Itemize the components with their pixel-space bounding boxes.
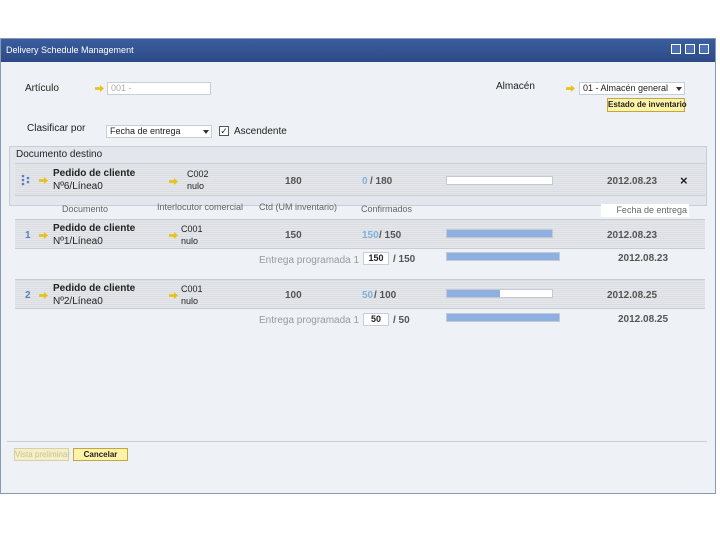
- row-partner-code: C001: [181, 284, 203, 294]
- vista-preliminar-button[interactable]: Vista preliminar: [14, 448, 70, 461]
- schedule-qty-input[interactable]: 50: [363, 313, 389, 326]
- target-doc-title: Pedido de cliente: [53, 168, 136, 179]
- target-row[interactable]: Pedido de cliente Nº6/Línea0 C002 nulo 1…: [15, 163, 705, 196]
- progress-fill: [447, 253, 559, 260]
- schedule-date: 2012.08.25: [618, 314, 669, 325]
- link-arrow-icon[interactable]: [39, 177, 48, 184]
- col-documento: Documento: [62, 204, 109, 214]
- target-partner-name: nulo: [187, 181, 205, 191]
- cancel-button[interactable]: Cancelar: [73, 448, 128, 461]
- target-doc-ref: Nº6/Línea0: [53, 181, 103, 192]
- row-partner-code: C001: [181, 224, 203, 234]
- schedule-label: Entrega programada 1: [259, 255, 360, 266]
- clasificar-select[interactable]: Fecha de entrega: [106, 125, 212, 138]
- row-progress-bar: [446, 229, 553, 238]
- col-fecha: Fecha de entrega: [616, 205, 687, 215]
- row-index: 2: [25, 290, 31, 301]
- link-arrow-icon[interactable]: [95, 85, 104, 92]
- row-confirmed: 150: [362, 230, 379, 241]
- row-progress-bar: [446, 289, 553, 298]
- table-row[interactable]: 2 Pedido de cliente Nº2/Línea0 C001 nulo…: [15, 279, 705, 309]
- almacen-select-value: 01 - Almacén general: [583, 83, 669, 93]
- row-doc-ref: Nº2/Línea0: [53, 296, 103, 307]
- schedule-progress-bar: [446, 313, 560, 322]
- schedule-date: 2012.08.23: [618, 253, 669, 264]
- row-index: 1: [25, 230, 31, 241]
- link-arrow-icon[interactable]: [169, 178, 178, 185]
- row-doc-title: Pedido de cliente: [53, 223, 136, 234]
- link-arrow-icon[interactable]: [39, 292, 48, 299]
- schedule-total: / 50: [393, 315, 410, 326]
- link-arrow-icon[interactable]: [39, 232, 48, 239]
- close-icon[interactable]: ×: [680, 173, 688, 188]
- progress-fill: [447, 290, 500, 297]
- chevron-down-icon[interactable]: [676, 87, 682, 91]
- target-progress-bar: [446, 176, 553, 185]
- progress-fill: [447, 230, 552, 237]
- col-confirmados: Confirmados: [361, 204, 413, 214]
- row-qty: 100: [285, 290, 302, 301]
- col-fecha-header[interactable]: Fecha de entrega: [601, 204, 689, 217]
- section-label: Documento destino: [16, 149, 103, 160]
- target-date: 2012.08.23: [607, 176, 658, 187]
- table-row[interactable]: 1 Pedido de cliente Nº1/Línea0 C001 nulo…: [15, 219, 705, 249]
- target-qty: 180: [285, 176, 302, 187]
- link-arrow-icon[interactable]: [566, 85, 575, 92]
- link-arrow-icon[interactable]: [169, 292, 178, 299]
- progress-fill: [447, 314, 559, 321]
- row-confirmed: 50: [362, 290, 374, 301]
- chevron-down-icon[interactable]: [203, 130, 209, 134]
- row-doc-ref: Nº1/Línea0: [53, 236, 103, 247]
- target-partner-code: C002: [187, 169, 209, 179]
- row-confirmed-total: / 150: [379, 230, 402, 241]
- schedule-label: Entrega programada 1: [259, 315, 360, 326]
- row-qty: 150: [285, 230, 302, 241]
- schedule-total: / 150: [393, 254, 416, 265]
- schedule-qty-input[interactable]: 150: [363, 252, 389, 265]
- minimize-icon[interactable]: [671, 44, 681, 54]
- close-window-icon[interactable]: [699, 44, 709, 54]
- row-date: 2012.08.23: [607, 230, 658, 241]
- almacen-select[interactable]: 01 - Almacén general: [579, 82, 685, 95]
- schedule-progress-bar: [446, 252, 560, 261]
- window-title: Delivery Schedule Management: [6, 45, 134, 55]
- col-interlocutor: Interlocutor comercial: [157, 202, 244, 212]
- row-doc-title: Pedido de cliente: [53, 283, 136, 294]
- drag-handle-icon[interactable]: [21, 174, 33, 186]
- articulo-label: Artículo: [25, 83, 59, 94]
- link-arrow-icon[interactable]: [169, 232, 178, 239]
- clasificar-select-value: Fecha de entrega: [110, 126, 181, 136]
- clasificar-label: Clasificar por: [27, 123, 86, 134]
- target-confirmed-total: / 180: [370, 176, 393, 187]
- col-ctd: Ctd (UM inventario): [259, 202, 338, 212]
- target-confirmed: 0: [362, 176, 368, 187]
- row-confirmed-total: / 100: [374, 290, 397, 301]
- estado-inventario-button[interactable]: Estado de inventario: [607, 98, 687, 112]
- row-partner-name: nulo: [181, 296, 199, 306]
- maximize-icon[interactable]: [685, 44, 695, 54]
- title-bar: Delivery Schedule Management: [1, 39, 715, 62]
- ascendente-checkbox[interactable]: ✓: [219, 126, 229, 136]
- row-date: 2012.08.25: [607, 290, 658, 301]
- ascendente-label: Ascendente: [234, 126, 287, 137]
- row-partner-name: nulo: [181, 236, 199, 246]
- app-window: Delivery Schedule Management Artículo 00…: [0, 38, 716, 494]
- divider: [7, 441, 707, 442]
- almacen-label: Almacén: [496, 81, 535, 92]
- articulo-field[interactable]: 001 -: [107, 82, 211, 95]
